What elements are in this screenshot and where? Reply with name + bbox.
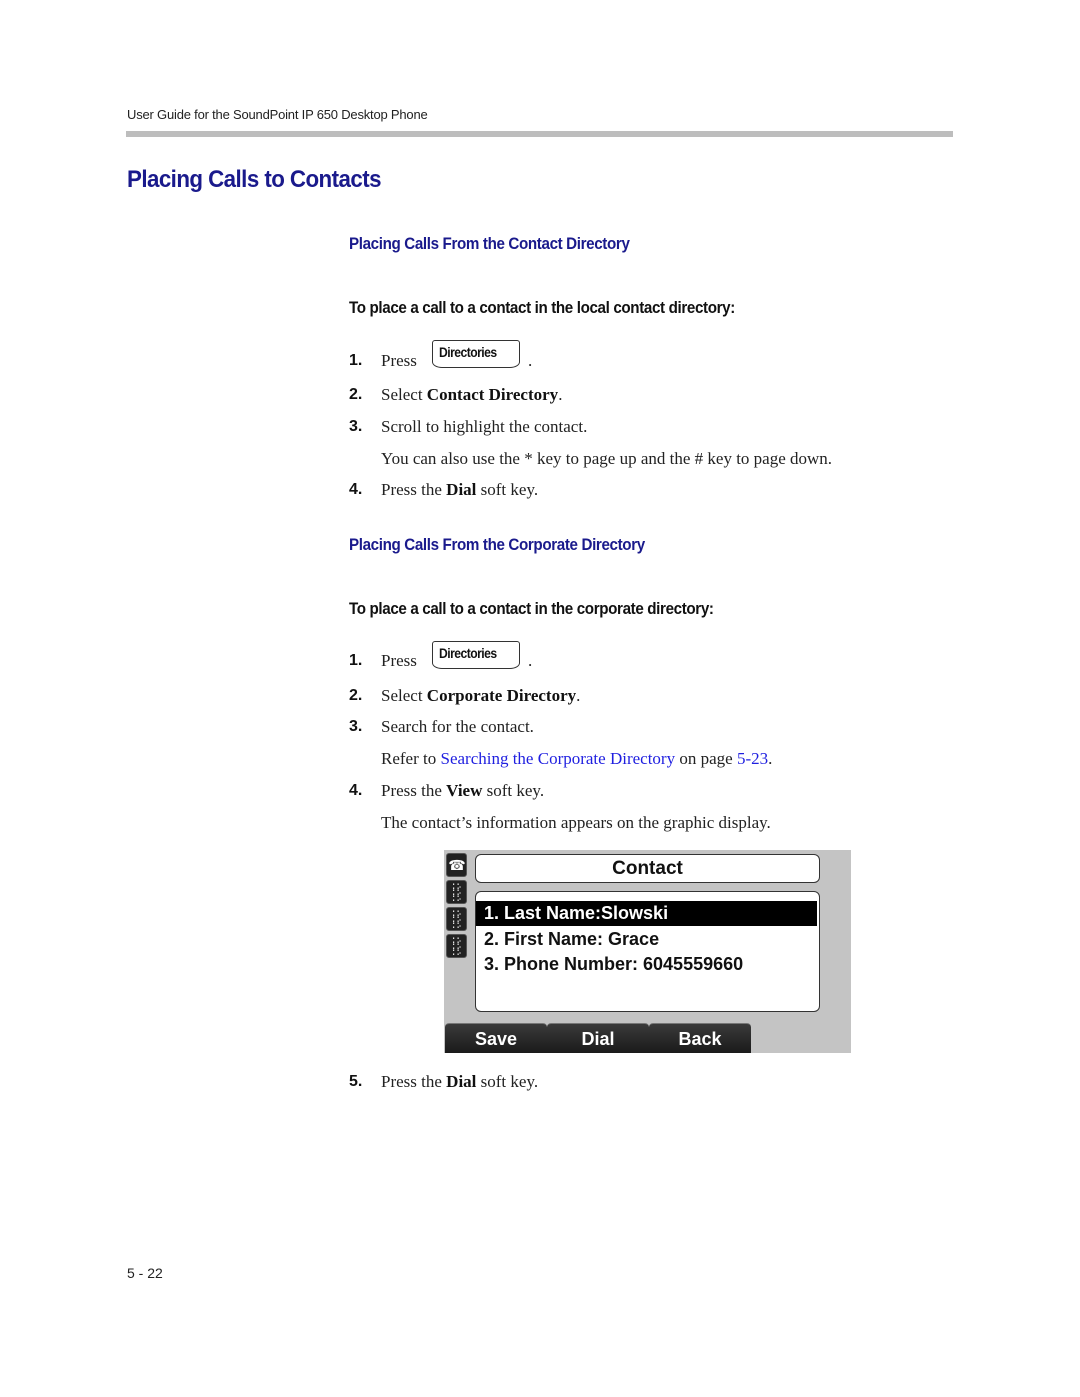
step-number: 2. [349,687,363,704]
keypad-icon: ∷∙ ∷∙ ∷∙ [446,907,467,932]
step-note: Refer to Searching the Corporate Directo… [381,749,773,768]
step-text: Press the View soft key. [381,781,545,800]
step-number: 2. [349,386,363,403]
phone-handset-icon: ☎ [446,853,467,877]
step-number: 3. [349,418,363,435]
step-note: You can also use the * key to page up an… [381,449,833,468]
contact-field-first-name: 2. First Name: Grace [484,929,660,949]
page-5-23-link[interactable]: 5-23 [737,749,768,768]
step-text: Scroll to highlight the contact. [381,417,588,436]
contact-field-phone-number: 3. Phone Number: 6045559660 [484,954,744,974]
directories-key-icon: Directories [432,340,520,368]
step-number: 3. [349,718,363,735]
step-text: Press the Dial soft key. [381,1072,539,1091]
softkey-save: Save [445,1023,547,1053]
keypad-icon: ∷∙ ∷∙ ∷∙ [446,880,467,905]
step-text: Select Contact Directory. [381,385,563,404]
step-text: Select Corporate Directory. [381,686,581,705]
step-number: 1. [349,652,363,669]
phone-display-screenshot: ☎ ∷∙ ∷∙ ∷∙ ∷∙ ∷∙ ∷∙ ∷∙ ∷∙ ∷∙ Contact 1. Last N… [444,850,851,1053]
softkey-dial: Dial [547,1023,649,1053]
procedure-title-local: To place a call to a contact in the loca… [349,299,735,317]
step-note: The contact’s information appears on the… [381,813,771,832]
step-text-suffix: . [528,351,533,370]
section-heading-corporate-directory: Placing Calls From the Corporate Directo… [349,536,645,554]
step-number: 1. [349,352,363,369]
step-text: Search for the contact. [381,717,534,736]
contact-detail-list: 1. Last Name:Slowski 2. First Name: Grac… [475,891,820,1012]
step-number: 4. [349,481,363,498]
display-title: Contact [612,858,683,879]
display-title-bar: Contact [475,854,820,883]
step-number: 5. [349,1073,363,1090]
running-header: User Guide for the SoundPoint IP 650 Des… [127,107,428,122]
header-rule [126,131,953,137]
step-text: Press [381,651,417,670]
step-text: Press the Dial soft key. [381,480,539,499]
searching-corporate-directory-link[interactable]: Searching the Corporate Directory [440,749,675,768]
keypad-icon: ∷∙ ∷∙ ∷∙ [446,934,467,959]
step-text-suffix: . [528,651,533,670]
section-heading-contact-directory: Placing Calls From the Contact Directory [349,235,630,253]
softkey-back: Back [649,1023,751,1053]
step-text: Press [381,351,417,370]
contact-field-last-name: 1. Last Name:Slowski [476,901,817,926]
page-title: Placing Calls to Contacts [127,166,382,193]
page-number: 5 - 22 [127,1265,163,1281]
procedure-title-corporate: To place a call to a contact in the corp… [349,600,714,618]
directories-key-icon: Directories [432,641,520,669]
step-number: 4. [349,782,363,799]
